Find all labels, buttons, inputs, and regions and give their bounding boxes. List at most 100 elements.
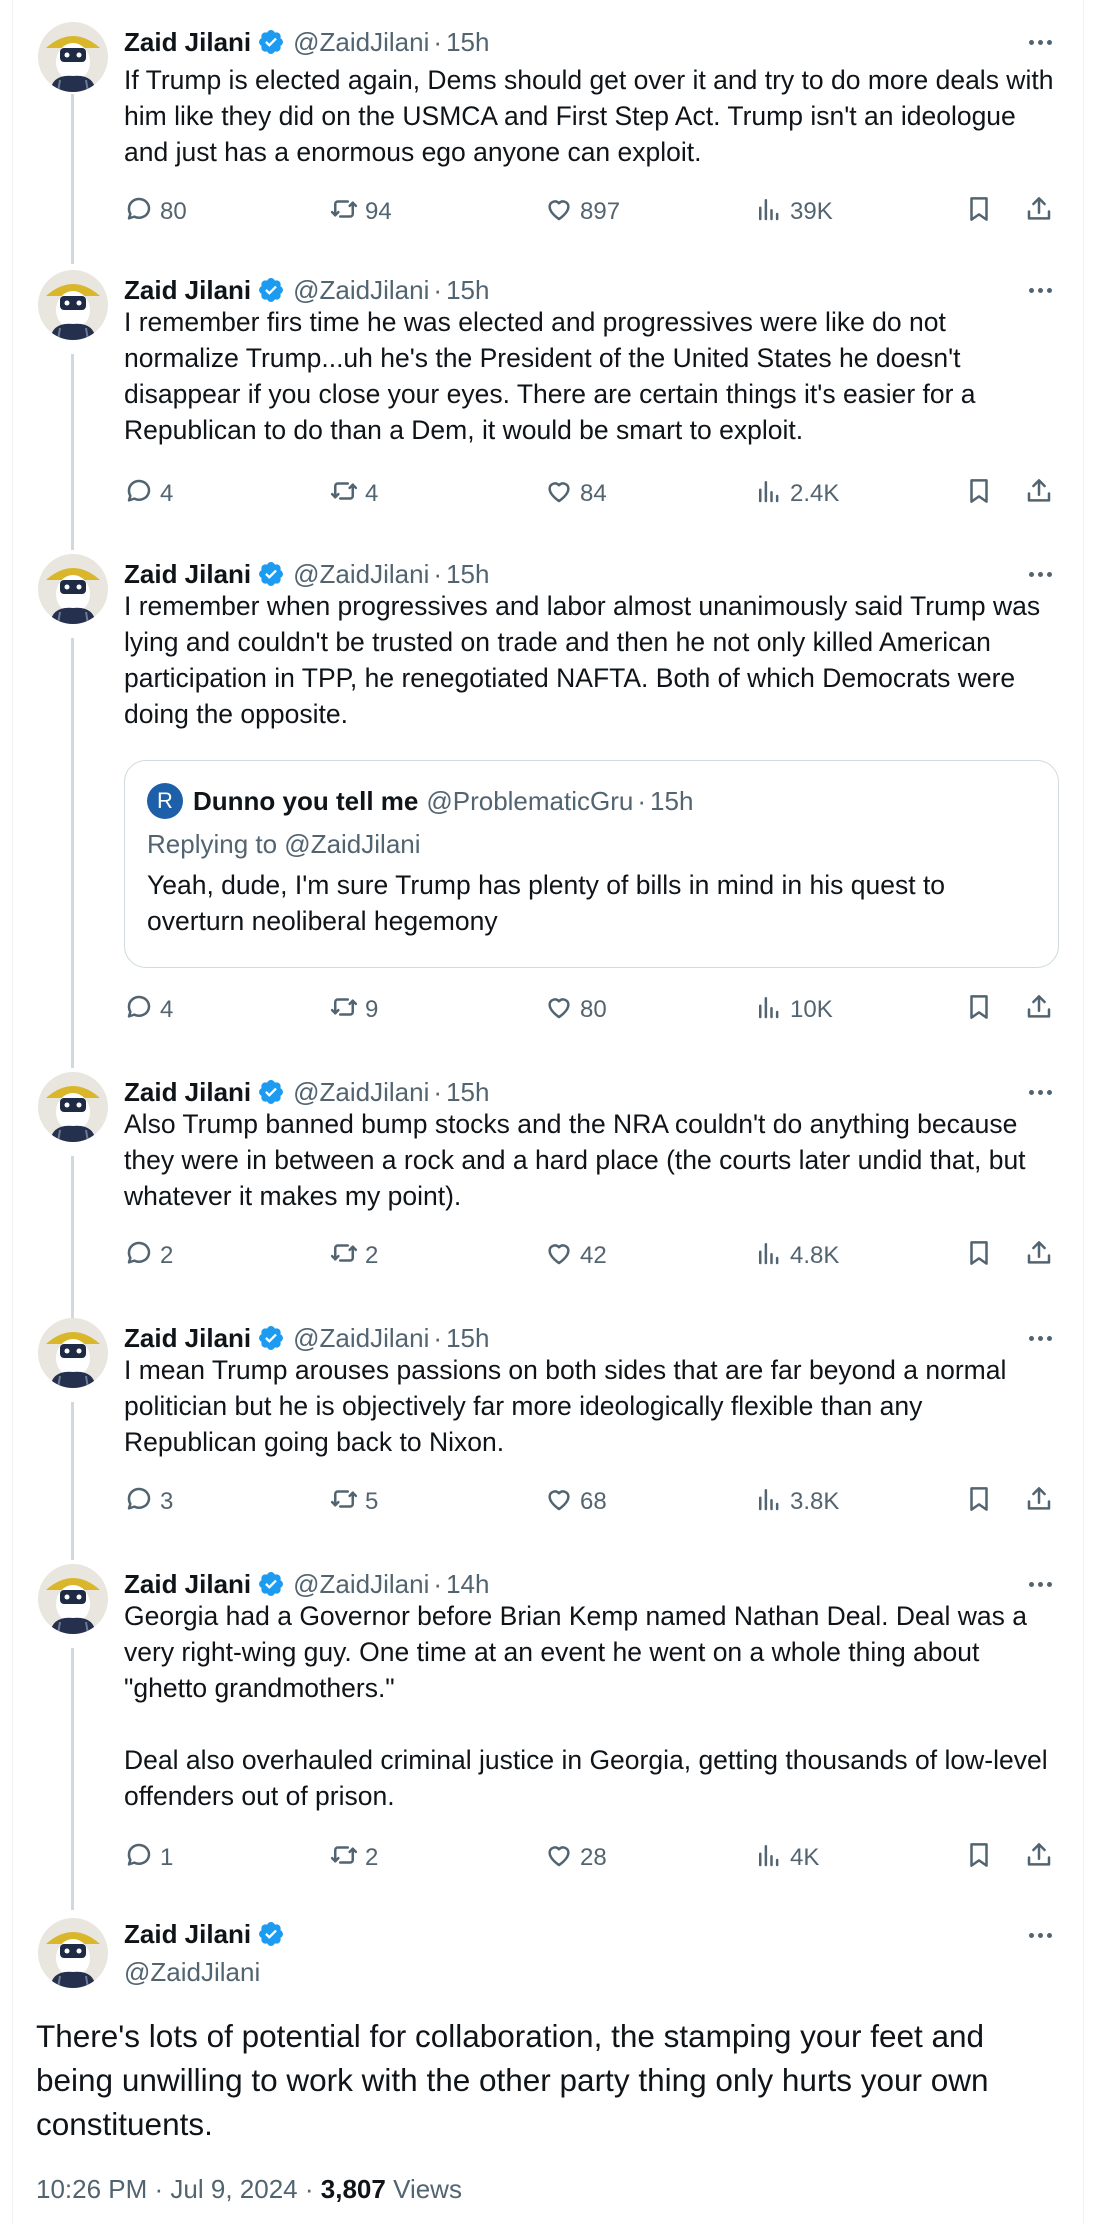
tweet-time[interactable]: 15h: [446, 1323, 489, 1354]
bookmark-icon: [964, 476, 994, 513]
tweet-time[interactable]: 15h: [446, 1077, 489, 1108]
like-button[interactable]: 84: [544, 476, 607, 512]
repost-button[interactable]: 9: [329, 992, 378, 1028]
author-handle[interactable]: @ZaidJilani: [124, 1957, 260, 1988]
tweet-time[interactable]: 15h: [446, 27, 489, 58]
views-button[interactable]: 4K: [754, 1840, 819, 1876]
like-button[interactable]: 80: [544, 992, 607, 1028]
like-button[interactable]: 897: [544, 194, 620, 230]
tweet-time[interactable]: 15h: [446, 559, 489, 590]
tweet-time[interactable]: 15h: [446, 275, 489, 306]
author-name[interactable]: Zaid Jilani: [124, 1919, 251, 1950]
quoted-tweet[interactable]: R Dunno you tell me @ProblematicGru · 15h Rep…: [124, 760, 1059, 968]
tweet-time[interactable]: 14h: [446, 1569, 489, 1600]
repost-button[interactable]: 2: [329, 1238, 378, 1274]
share-button[interactable]: [1024, 1238, 1054, 1274]
more-options-icon[interactable]: [1020, 1328, 1060, 1348]
separator: ·: [433, 1568, 443, 1599]
author-name[interactable]: Zaid Jilani: [124, 1323, 251, 1354]
more-options-icon[interactable]: [1020, 1082, 1060, 1102]
verified-badge-icon: [259, 1922, 284, 1946]
views-button[interactable]: 4.8K: [754, 1238, 839, 1274]
more-options-icon[interactable]: [1020, 564, 1060, 584]
separator: ·: [433, 558, 443, 589]
share-icon: [1024, 194, 1054, 231]
like-button[interactable]: 42: [544, 1238, 607, 1274]
quoted-avatar: R: [147, 783, 183, 819]
author-handle[interactable]: @ZaidJilani: [293, 1077, 429, 1108]
tweet-text: If Trump is elected again, Dems should g…: [124, 65, 1061, 167]
views-button[interactable]: 10K: [754, 992, 833, 1028]
author-name[interactable]: Zaid Jilani: [124, 1077, 251, 1108]
reply-count: 1: [160, 1844, 174, 1871]
main-tweet-author[interactable]: Zaid Jilani: [124, 1916, 285, 1952]
thread-line: [71, 1402, 74, 1560]
author-handle[interactable]: @ZaidJilani: [293, 1323, 429, 1354]
quoted-time: 15h: [650, 785, 694, 816]
bookmark-button[interactable]: [964, 476, 994, 512]
author-handle[interactable]: @ZaidJilani: [293, 559, 429, 590]
avatar[interactable]: [38, 22, 108, 92]
author-name[interactable]: Zaid Jilani: [124, 1569, 251, 1600]
author-handle[interactable]: @ZaidJilani: [293, 1569, 429, 1600]
more-options-icon[interactable]: [1020, 1925, 1060, 1945]
repost-icon: [329, 476, 359, 513]
avatar[interactable]: [38, 1564, 108, 1634]
like-count: 897: [580, 198, 621, 225]
share-icon: [1024, 1840, 1054, 1877]
like-button[interactable]: 28: [544, 1840, 607, 1876]
views-count: 10K: [790, 996, 833, 1023]
author-handle[interactable]: @ZaidJilani: [293, 275, 429, 306]
avatar[interactable]: [38, 1918, 108, 1988]
share-button[interactable]: [1024, 476, 1054, 512]
tweet-date[interactable]: Jul 9, 2024: [170, 2174, 297, 2204]
reply-button[interactable]: 4: [124, 476, 173, 512]
more-options-icon[interactable]: [1020, 280, 1060, 300]
author-handle[interactable]: @ZaidJilani: [293, 27, 429, 58]
reply-button[interactable]: 4: [124, 992, 173, 1028]
tweet-time[interactable]: 10:26 PM: [36, 2174, 147, 2204]
separator: ·: [433, 26, 443, 57]
author-name[interactable]: Zaid Jilani: [124, 559, 251, 590]
reply-button[interactable]: 2: [124, 1238, 173, 1274]
main-tweet-handle-row: @ZaidJilani: [124, 1954, 260, 1990]
bookmark-icon: [964, 1484, 994, 1521]
views-button[interactable]: 39K: [754, 194, 833, 230]
share-button[interactable]: [1024, 992, 1054, 1028]
views-button[interactable]: 3.8K: [754, 1484, 839, 1520]
views-icon: [754, 1484, 784, 1521]
bookmark-button[interactable]: [964, 992, 994, 1028]
bookmark-button[interactable]: [964, 1238, 994, 1274]
views-count: 4.8K: [790, 1242, 840, 1269]
views-button[interactable]: 2.4K: [754, 476, 839, 512]
avatar[interactable]: [38, 1072, 108, 1142]
tweet-text: I mean Trump arouses passions on both si…: [124, 1355, 1014, 1457]
author-name[interactable]: Zaid Jilani: [124, 275, 251, 306]
share-button[interactable]: [1024, 1484, 1054, 1520]
avatar[interactable]: [38, 554, 108, 624]
bookmark-button[interactable]: [964, 1484, 994, 1520]
share-button[interactable]: [1024, 1840, 1054, 1876]
bookmark-button[interactable]: [964, 194, 994, 230]
reply-button[interactable]: 1: [124, 1840, 173, 1876]
like-button[interactable]: 68: [544, 1484, 607, 1520]
repost-button[interactable]: 4: [329, 476, 378, 512]
bookmark-icon: [964, 1238, 994, 1275]
bookmark-button[interactable]: [964, 1840, 994, 1876]
avatar[interactable]: [38, 270, 108, 340]
repost-button[interactable]: 5: [329, 1484, 378, 1520]
more-options-icon[interactable]: [1020, 1574, 1060, 1594]
more-options-icon[interactable]: [1020, 32, 1060, 52]
verified-badge-icon: [259, 1080, 284, 1104]
repost-button[interactable]: 94: [329, 194, 392, 230]
author-name[interactable]: Zaid Jilani: [124, 27, 251, 58]
repost-button[interactable]: 2: [329, 1840, 378, 1876]
heart-icon: [544, 476, 574, 513]
share-button[interactable]: [1024, 194, 1054, 230]
reply-button[interactable]: 80: [124, 194, 187, 230]
avatar[interactable]: [38, 1318, 108, 1388]
bookmark-icon: [964, 1840, 994, 1877]
separator: ·: [637, 785, 647, 816]
reply-button[interactable]: 3: [124, 1484, 173, 1520]
tweet-actions: 3 5 68 3.8K: [124, 1484, 1064, 1520]
